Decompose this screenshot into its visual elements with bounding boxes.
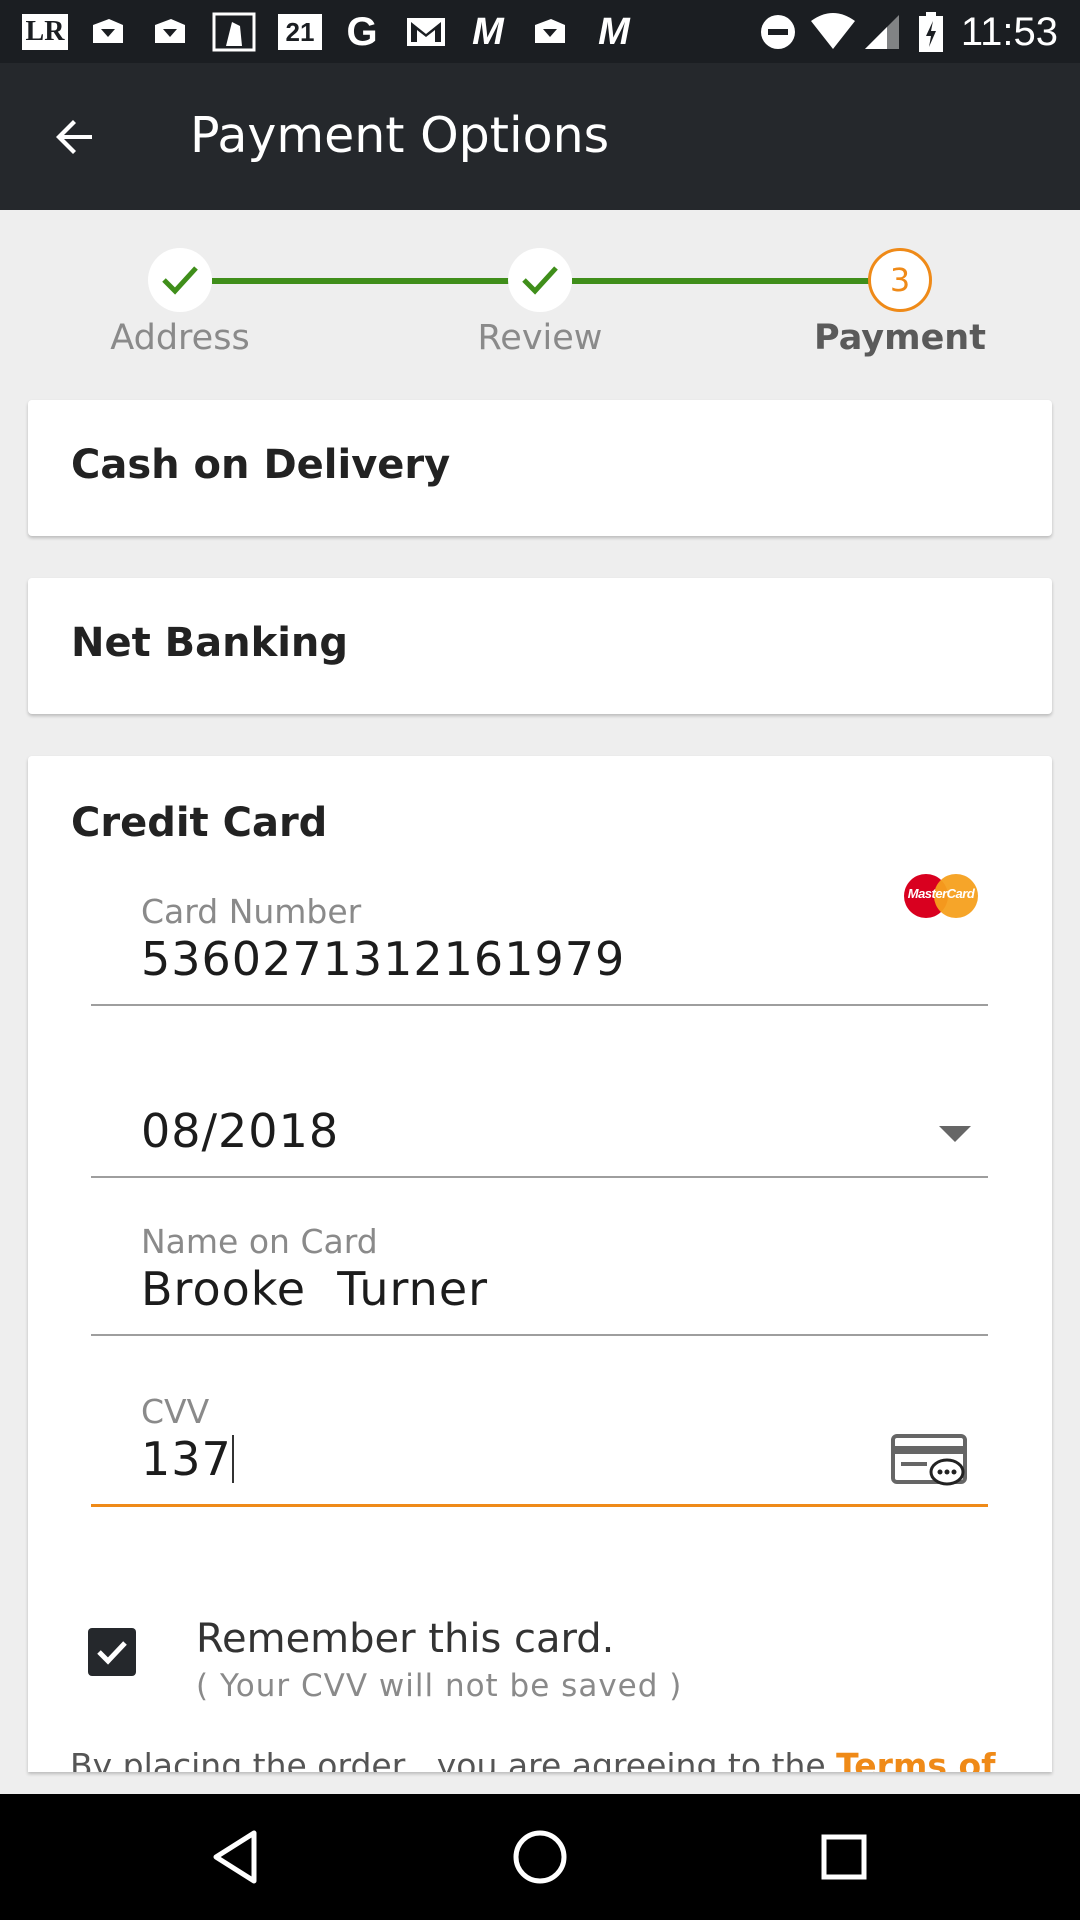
name-on-card-label: Name on Card: [141, 1222, 378, 1261]
check-icon: [162, 266, 198, 295]
google-icon: G: [346, 9, 378, 54]
expiry-dropdown[interactable]: 08/2018: [91, 1104, 988, 1184]
square-recents-icon: [821, 1834, 867, 1880]
back-button[interactable]: [36, 99, 112, 175]
step-payment-label: Payment: [814, 318, 986, 358]
netbanking-option[interactable]: Net Banking: [28, 578, 1052, 714]
card-number-label: Card Number: [141, 892, 362, 931]
terms-prefix: By placing the order , you are agreeing …: [70, 1746, 837, 1772]
netbanking-label: Net Banking: [71, 620, 349, 666]
checkout-stepper: 3 Address Review Payment: [0, 210, 1080, 390]
check-icon: [97, 1641, 127, 1665]
field-underline: [91, 1004, 988, 1006]
step-payment-indicator: 3: [868, 248, 932, 312]
clock: 11:53: [960, 10, 1058, 54]
card-number-input[interactable]: 5360271312161979: [141, 932, 625, 986]
page-title: Payment Options: [190, 107, 610, 164]
arrow-back-icon: [56, 120, 92, 154]
dnd-icon: [758, 14, 798, 50]
cvv-card-icon: [891, 1434, 967, 1486]
cvv-value: 137: [141, 1432, 232, 1486]
step-address-indicator: [148, 248, 212, 312]
expiry-value: 08/2018: [141, 1104, 340, 1158]
terms-link[interactable]: Terms of: [836, 1746, 995, 1772]
step-address-label: Address: [110, 318, 250, 358]
credit-card-title: Credit Card: [71, 800, 328, 846]
credit-card-panel: Credit Card MasterCard Card Number 53602…: [28, 756, 1052, 1772]
signal-icon: [862, 14, 902, 50]
circle-home-icon: [513, 1830, 567, 1884]
remember-card-checkbox[interactable]: [88, 1628, 136, 1676]
step-review-label: Review: [477, 318, 603, 358]
lr-app-icon: LR: [22, 14, 68, 50]
cvv-input[interactable]: 137: [141, 1432, 234, 1486]
cvv-not-saved-note: ( Your CVV will not be saved ): [196, 1668, 683, 1704]
text-cursor: [231, 1435, 234, 1483]
cod-label: Cash on Delivery: [71, 442, 451, 488]
step-connector: [212, 278, 512, 284]
cod-option[interactable]: Cash on Delivery: [28, 400, 1052, 536]
cvv-field[interactable]: CVV 137: [91, 1392, 988, 1512]
toolbar: Payment Options: [0, 63, 1080, 210]
name-on-card-field[interactable]: Name on Card Brooke Turner: [91, 1222, 988, 1342]
card-number-field[interactable]: Card Number 5360271312161979: [91, 892, 988, 1012]
remember-card-label[interactable]: Remember this card.: [196, 1616, 614, 1662]
step-number: 3: [889, 261, 911, 299]
wifi-icon: [808, 13, 858, 50]
forever21-icon: 21: [278, 14, 322, 50]
nav-recents-button[interactable]: [804, 1817, 884, 1897]
field-underline-focused: [91, 1504, 988, 1507]
check-icon: [522, 266, 558, 295]
triangle-back-icon: [213, 1830, 257, 1884]
myntra-icon: M: [598, 10, 630, 53]
status-bar: LR 21 G M M 11:53: [0, 0, 1080, 63]
gmail-icon: [404, 14, 448, 50]
dropdown-arrow-icon: [939, 1126, 971, 1142]
name-on-card-input[interactable]: Brooke Turner: [141, 1262, 488, 1316]
nav-back-button[interactable]: [196, 1817, 276, 1897]
system-nav-bar: [0, 1794, 1080, 1920]
field-underline: [91, 1176, 988, 1178]
field-underline: [91, 1334, 988, 1336]
gift-icon: [150, 14, 190, 50]
gift-icon: [88, 14, 128, 50]
terms-text: By placing the order , you are agreeing …: [70, 1746, 995, 1772]
step-review-indicator: [508, 248, 572, 312]
cvv-label: CVV: [141, 1392, 210, 1431]
gift-icon: [530, 14, 570, 50]
snapchat-icon: [212, 12, 256, 52]
myntra-icon: M: [472, 10, 504, 53]
step-connector: [572, 278, 872, 284]
nav-home-button[interactable]: [500, 1817, 580, 1897]
battery-icon: [916, 12, 946, 52]
